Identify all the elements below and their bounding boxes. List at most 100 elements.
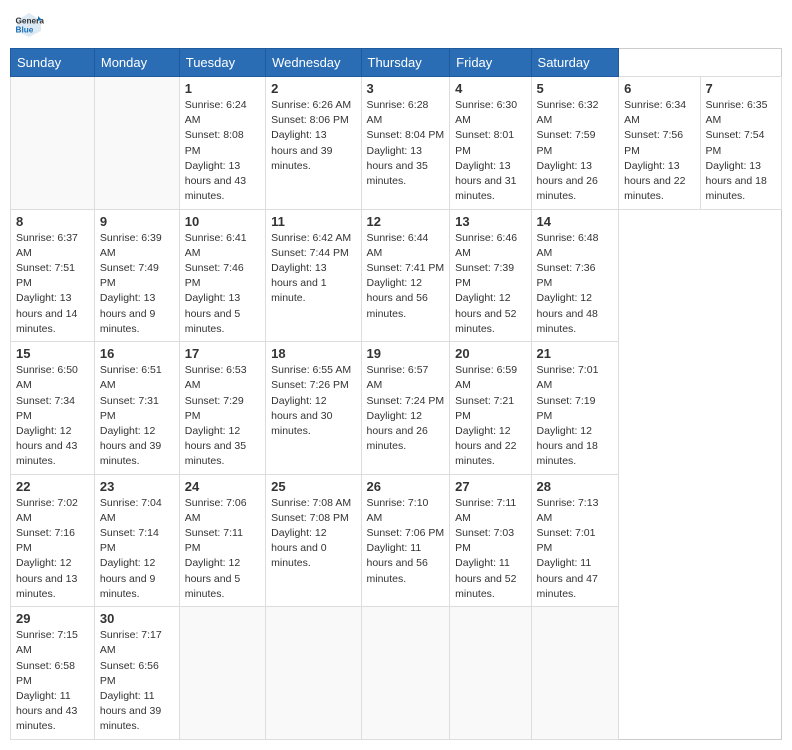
- day-number: 20: [455, 346, 525, 361]
- day-number: 1: [185, 81, 260, 96]
- calendar-cell: 10Sunrise: 6:41 AMSunset: 7:46 PMDayligh…: [179, 209, 265, 342]
- day-info: Sunrise: 6:30 AMSunset: 8:01 PMDaylight:…: [455, 98, 525, 205]
- day-info: Sunrise: 6:53 AMSunset: 7:29 PMDaylight:…: [185, 363, 260, 470]
- day-number: 13: [455, 214, 525, 229]
- calendar-cell: 13 Sunrise: 6:46 AMSunset: 7:39 PMDayligh…: [450, 209, 531, 342]
- day-info: Sunrise: 6:42 AMSunset: 7:44 PMDaylight:…: [271, 231, 355, 307]
- day-number: 11: [271, 214, 355, 229]
- day-number: 5: [537, 81, 614, 96]
- calendar-cell: 19 Sunrise: 6:57 AMSunset: 7:24 PMDayligh…: [361, 342, 450, 475]
- calendar-cell: 12 Sunrise: 6:44 AMSunset: 7:41 PMDayligh…: [361, 209, 450, 342]
- calendar-cell: 2 Sunrise: 6:26 AMSunset: 8:06 PMDaylight…: [266, 77, 361, 210]
- column-header-friday: Friday: [450, 49, 531, 77]
- day-info: Sunrise: 6:50 AMSunset: 7:34 PMDaylight:…: [16, 363, 89, 470]
- day-info: Sunrise: 7:17 AMSunset: 6:56 PMDaylight:…: [100, 628, 174, 735]
- day-number: 26: [367, 479, 445, 494]
- calendar-cell: [361, 607, 450, 740]
- day-number: 25: [271, 479, 355, 494]
- day-number: 17: [185, 346, 260, 361]
- day-info: Sunrise: 6:51 AMSunset: 7:31 PMDaylight:…: [100, 363, 174, 470]
- calendar-table: SundayMondayTuesdayWednesdayThursdayFrid…: [10, 48, 782, 740]
- calendar-cell: 27 Sunrise: 7:11 AMSunset: 7:03 PMDayligh…: [450, 474, 531, 607]
- day-info: Sunrise: 6:35 AMSunset: 7:54 PMDaylight:…: [706, 98, 776, 205]
- day-number: 28: [537, 479, 614, 494]
- day-info: Sunrise: 7:04 AMSunset: 7:14 PMDaylight:…: [100, 496, 174, 603]
- calendar-cell: [266, 607, 361, 740]
- calendar-cell: 11 Sunrise: 6:42 AMSunset: 7:44 PMDayligh…: [266, 209, 361, 342]
- week-row-5: 29 Sunrise: 7:15 AMSunset: 6:58 PMDayligh…: [11, 607, 782, 740]
- day-info: Sunrise: 6:28 AMSunset: 8:04 PMDaylight:…: [367, 98, 445, 189]
- day-info: Sunrise: 7:13 AMSunset: 7:01 PMDaylight:…: [537, 496, 614, 603]
- day-number: 23: [100, 479, 174, 494]
- logo-icon: General Blue: [14, 10, 44, 40]
- calendar-cell: 15 Sunrise: 6:50 AMSunset: 7:34 PMDayligh…: [11, 342, 95, 475]
- calendar-cell: [531, 607, 619, 740]
- calendar-cell: 29 Sunrise: 7:15 AMSunset: 6:58 PMDayligh…: [11, 607, 95, 740]
- calendar-cell: 7Sunrise: 6:35 AMSunset: 7:54 PMDaylight…: [700, 77, 781, 210]
- calendar-cell: 6 Sunrise: 6:34 AMSunset: 7:56 PMDaylight…: [619, 77, 700, 210]
- calendar-cell: 5 Sunrise: 6:32 AMSunset: 7:59 PMDaylight…: [531, 77, 619, 210]
- day-info: Sunrise: 7:11 AMSunset: 7:03 PMDaylight:…: [455, 496, 525, 603]
- week-row-3: 15 Sunrise: 6:50 AMSunset: 7:34 PMDayligh…: [11, 342, 782, 475]
- calendar-cell: 14Sunrise: 6:48 AMSunset: 7:36 PMDayligh…: [531, 209, 619, 342]
- day-number: 18: [271, 346, 355, 361]
- calendar-cell: 30 Sunrise: 7:17 AMSunset: 6:56 PMDayligh…: [94, 607, 179, 740]
- calendar-cell: 21 Sunrise: 7:01 AMSunset: 7:19 PMDayligh…: [531, 342, 619, 475]
- calendar-cell: 25Sunrise: 7:08 AMSunset: 7:08 PMDayligh…: [266, 474, 361, 607]
- day-info: Sunrise: 6:48 AMSunset: 7:36 PMDaylight:…: [537, 231, 614, 338]
- day-number: 2: [271, 81, 355, 96]
- day-info: Sunrise: 6:44 AMSunset: 7:41 PMDaylight:…: [367, 231, 445, 322]
- day-info: Sunrise: 7:15 AMSunset: 6:58 PMDaylight:…: [16, 628, 89, 735]
- calendar-cell: [94, 77, 179, 210]
- week-row-1: 1Sunrise: 6:24 AMSunset: 8:08 PMDaylight…: [11, 77, 782, 210]
- day-info: Sunrise: 6:57 AMSunset: 7:24 PMDaylight:…: [367, 363, 445, 454]
- calendar-cell: 20 Sunrise: 6:59 AMSunset: 7:21 PMDayligh…: [450, 342, 531, 475]
- day-info: Sunrise: 6:37 AMSunset: 7:51 PMDaylight:…: [16, 231, 89, 338]
- calendar-cell: 22Sunrise: 7:02 AMSunset: 7:16 PMDayligh…: [11, 474, 95, 607]
- day-number: 6: [624, 81, 694, 96]
- calendar-cell: [450, 607, 531, 740]
- day-info: Sunrise: 6:39 AMSunset: 7:49 PMDaylight:…: [100, 231, 174, 338]
- day-number: 4: [455, 81, 525, 96]
- svg-text:Blue: Blue: [16, 26, 34, 35]
- day-number: 16: [100, 346, 174, 361]
- day-number: 30: [100, 611, 174, 626]
- page-header: General Blue: [10, 10, 782, 40]
- calendar-cell: 23 Sunrise: 7:04 AMSunset: 7:14 PMDayligh…: [94, 474, 179, 607]
- day-info: Sunrise: 6:32 AMSunset: 7:59 PMDaylight:…: [537, 98, 614, 205]
- week-row-4: 22Sunrise: 7:02 AMSunset: 7:16 PMDayligh…: [11, 474, 782, 607]
- column-header-tuesday: Tuesday: [179, 49, 265, 77]
- day-number: 3: [367, 81, 445, 96]
- calendar-cell: 16 Sunrise: 6:51 AMSunset: 7:31 PMDayligh…: [94, 342, 179, 475]
- calendar-cell: 9 Sunrise: 6:39 AMSunset: 7:49 PMDaylight…: [94, 209, 179, 342]
- column-header-monday: Monday: [94, 49, 179, 77]
- day-number: 15: [16, 346, 89, 361]
- calendar-cell: 18Sunrise: 6:55 AMSunset: 7:26 PMDayligh…: [266, 342, 361, 475]
- column-header-thursday: Thursday: [361, 49, 450, 77]
- calendar-cell: 24 Sunrise: 7:06 AMSunset: 7:11 PMDayligh…: [179, 474, 265, 607]
- day-number: 21: [537, 346, 614, 361]
- day-info: Sunrise: 6:26 AMSunset: 8:06 PMDaylight:…: [271, 98, 355, 174]
- calendar-cell: [179, 607, 265, 740]
- day-number: 22: [16, 479, 89, 494]
- calendar-cell: 28 Sunrise: 7:13 AMSunset: 7:01 PMDayligh…: [531, 474, 619, 607]
- day-info: Sunrise: 7:01 AMSunset: 7:19 PMDaylight:…: [537, 363, 614, 470]
- logo: General Blue: [14, 10, 48, 40]
- day-info: Sunrise: 6:59 AMSunset: 7:21 PMDaylight:…: [455, 363, 525, 470]
- calendar-cell: 26Sunrise: 7:10 AMSunset: 7:06 PMDayligh…: [361, 474, 450, 607]
- calendar-cell: 3 Sunrise: 6:28 AMSunset: 8:04 PMDaylight…: [361, 77, 450, 210]
- week-row-2: 8Sunrise: 6:37 AMSunset: 7:51 PMDaylight…: [11, 209, 782, 342]
- day-info: Sunrise: 6:46 AMSunset: 7:39 PMDaylight:…: [455, 231, 525, 338]
- column-header-saturday: Saturday: [531, 49, 619, 77]
- day-number: 27: [455, 479, 525, 494]
- day-number: 24: [185, 479, 260, 494]
- day-number: 12: [367, 214, 445, 229]
- day-info: Sunrise: 6:34 AMSunset: 7:56 PMDaylight:…: [624, 98, 694, 205]
- column-header-sunday: Sunday: [11, 49, 95, 77]
- day-info: Sunrise: 7:06 AMSunset: 7:11 PMDaylight:…: [185, 496, 260, 603]
- day-number: 19: [367, 346, 445, 361]
- day-number: 29: [16, 611, 89, 626]
- day-number: 9: [100, 214, 174, 229]
- day-info: Sunrise: 6:41 AMSunset: 7:46 PMDaylight:…: [185, 231, 260, 338]
- calendar-cell: 1Sunrise: 6:24 AMSunset: 8:08 PMDaylight…: [179, 77, 265, 210]
